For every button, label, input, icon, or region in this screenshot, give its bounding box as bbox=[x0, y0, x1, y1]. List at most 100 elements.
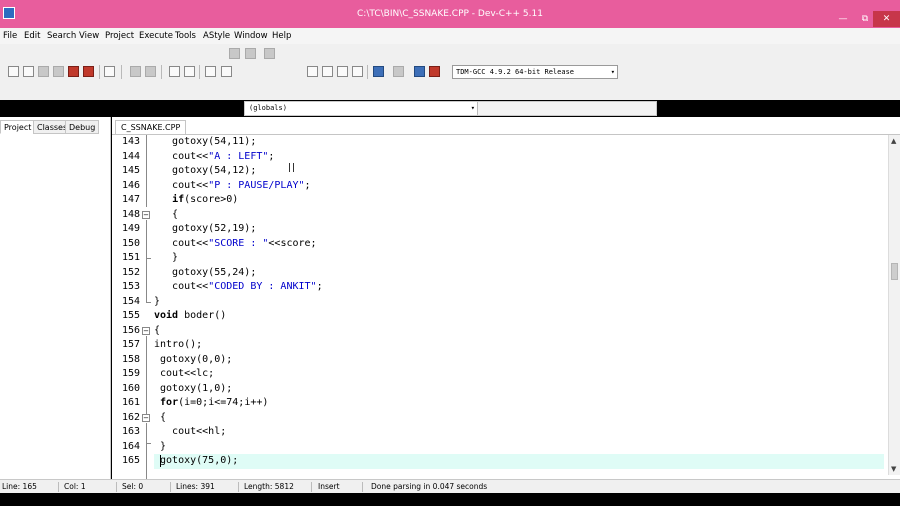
fold-guide bbox=[146, 135, 147, 207]
chevron-down-icon: ▾ bbox=[610, 68, 615, 76]
save-all-icon[interactable] bbox=[53, 66, 64, 77]
status-divider bbox=[170, 482, 171, 492]
indent-icon[interactable] bbox=[229, 48, 240, 59]
status-mode: Insert bbox=[318, 482, 340, 491]
line-number: 147 bbox=[121, 194, 140, 205]
toggle-comment-icon[interactable] bbox=[264, 48, 275, 59]
replace-icon[interactable] bbox=[184, 66, 195, 77]
menu-search[interactable]: Search bbox=[47, 28, 76, 44]
status-message: Done parsing in 0.047 seconds bbox=[371, 482, 488, 491]
line-number: 157 bbox=[121, 339, 140, 350]
code-line: cout<<"SCORE : "<<score; bbox=[154, 237, 317, 249]
unindent-icon[interactable] bbox=[245, 48, 256, 59]
line-number: 159 bbox=[121, 368, 140, 379]
code-line: cout<<"A : LEFT"; bbox=[154, 150, 275, 162]
menu-tools[interactable]: Tools bbox=[175, 28, 196, 44]
menu-edit[interactable]: Edit bbox=[24, 28, 40, 44]
delete-profile-icon[interactable] bbox=[429, 66, 440, 77]
menu-window[interactable]: Window bbox=[234, 28, 268, 44]
code-line: cout<<lc; bbox=[154, 368, 215, 379]
menu-astyle[interactable]: AStyle bbox=[203, 28, 230, 44]
code-line: } bbox=[154, 252, 179, 263]
scope-select-value: (globals) bbox=[249, 104, 287, 112]
line-number: 155 bbox=[121, 310, 140, 321]
status-divider bbox=[362, 482, 363, 492]
line-number: 151 bbox=[121, 252, 140, 263]
status-divider bbox=[311, 482, 312, 492]
fold-toggle-icon[interactable]: − bbox=[142, 211, 150, 219]
toolbar-divider bbox=[121, 65, 122, 79]
scope-bar: (globals) ▾ bbox=[244, 101, 657, 116]
code-line: { bbox=[154, 324, 161, 336]
run-icon[interactable] bbox=[322, 66, 333, 77]
tab-project[interactable]: Project bbox=[0, 120, 36, 134]
menu-execute[interactable]: Execute bbox=[139, 28, 173, 44]
abort-compile-icon[interactable] bbox=[393, 66, 404, 77]
panel-tabs: Project Classes Debug bbox=[0, 120, 111, 134]
compiler-select-value: TDM-GCC 4.9.2 64-bit Release bbox=[456, 68, 575, 76]
rebuild-all-icon[interactable] bbox=[352, 66, 363, 77]
code-line: { bbox=[154, 208, 179, 220]
scrollbar-thumb[interactable] bbox=[891, 263, 898, 280]
new-file-icon[interactable] bbox=[8, 66, 19, 77]
open-file-icon[interactable] bbox=[23, 66, 34, 77]
code-line: gotoxy(1,0); bbox=[154, 382, 233, 394]
close-button[interactable]: ✕ bbox=[873, 11, 900, 27]
fold-toggle-icon[interactable]: − bbox=[142, 414, 150, 422]
print-icon[interactable] bbox=[104, 66, 115, 77]
compile-run-icon[interactable] bbox=[337, 66, 348, 77]
code-line: cout<<"CODED BY : ANKIT"; bbox=[154, 281, 323, 292]
profile-chart-icon[interactable] bbox=[414, 66, 425, 77]
save-icon[interactable] bbox=[38, 66, 49, 77]
menu-view[interactable]: View bbox=[79, 28, 99, 44]
line-number: 161 bbox=[121, 397, 140, 408]
code-line: gotoxy(52,19); bbox=[154, 223, 257, 234]
code-text-area[interactable]: gotoxy(54,11); cout<<"A : LEFT"; gotoxy(… bbox=[154, 135, 888, 479]
vertical-scrollbar[interactable]: ▲ ▼ bbox=[888, 135, 900, 475]
line-number: 156 bbox=[121, 324, 140, 336]
code-line: } bbox=[154, 295, 161, 307]
project-browser-panel: Project Classes Debug bbox=[0, 117, 111, 479]
code-line: { bbox=[154, 411, 167, 423]
tab-debug[interactable]: Debug bbox=[65, 120, 100, 134]
ibeam-cursor-icon bbox=[289, 163, 294, 172]
toolbar-area bbox=[0, 44, 900, 100]
fold-toggle-icon[interactable]: − bbox=[142, 327, 150, 335]
close-all-icon[interactable] bbox=[83, 66, 94, 77]
scroll-down-icon[interactable]: ▼ bbox=[891, 465, 896, 473]
code-line: void boder() bbox=[154, 310, 227, 321]
fold-guide bbox=[146, 423, 147, 443]
toolbar-divider bbox=[161, 65, 162, 79]
menu-file[interactable]: File bbox=[3, 28, 17, 44]
status-sel: Sel: 0 bbox=[122, 482, 144, 491]
goto-line-icon[interactable] bbox=[205, 66, 216, 77]
close-file-icon[interactable] bbox=[68, 66, 79, 77]
compile-icon[interactable] bbox=[307, 66, 318, 77]
syntax-check-icon[interactable] bbox=[373, 66, 384, 77]
line-number: 163 bbox=[121, 426, 140, 437]
status-bar: Line: 165 Col: 1 Sel: 0 Lines: 391 Lengt… bbox=[0, 479, 900, 493]
fold-guide bbox=[146, 259, 147, 302]
scope-select[interactable]: (globals) ▾ bbox=[245, 102, 478, 115]
file-tab[interactable]: C_SSNAKE.CPP bbox=[115, 120, 187, 134]
chevron-down-icon: ▾ bbox=[470, 104, 475, 112]
status-divider bbox=[116, 482, 117, 492]
undo-icon[interactable] bbox=[130, 66, 141, 77]
redo-icon[interactable] bbox=[145, 66, 156, 77]
status-divider bbox=[238, 482, 239, 492]
menu-project[interactable]: Project bbox=[105, 28, 134, 44]
fold-end-marker bbox=[146, 302, 151, 303]
code-line: cout<<hl; bbox=[154, 426, 227, 437]
status-length: Length: 5812 bbox=[244, 482, 294, 491]
code-line: intro(); bbox=[154, 339, 203, 350]
scroll-up-icon[interactable]: ▲ bbox=[891, 137, 896, 145]
current-code-line: gotoxy(75,0); bbox=[154, 454, 884, 469]
code-line: cout<<"P : PAUSE/PLAY"; bbox=[154, 179, 311, 191]
project-options-icon[interactable] bbox=[221, 66, 232, 77]
menu-help[interactable]: Help bbox=[272, 28, 291, 44]
line-number: 152 bbox=[121, 266, 140, 278]
line-number: 162 bbox=[121, 411, 140, 423]
find-icon[interactable] bbox=[169, 66, 180, 77]
minimize-button[interactable]: — bbox=[832, 11, 854, 27]
compiler-select[interactable]: TDM-GCC 4.9.2 64-bit Release ▾ bbox=[452, 65, 618, 79]
